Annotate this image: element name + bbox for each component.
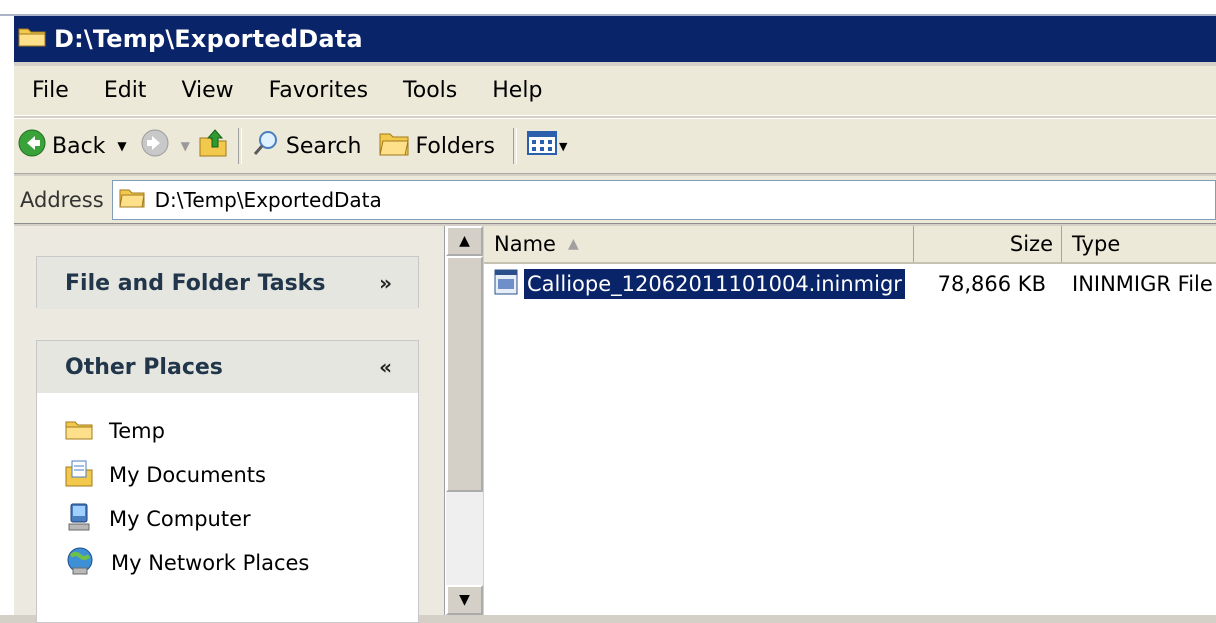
dropdown-arrow-icon[interactable]: ▼ <box>181 139 190 153</box>
back-label: Back <box>52 133 106 159</box>
column-headers: Name ▲ Size Type <box>484 226 1216 264</box>
group-title: Other Places <box>65 354 223 380</box>
address-label: Address <box>20 187 104 212</box>
file-name[interactable]: Calliope_12062011101004.ininmigr <box>523 268 906 300</box>
sort-ascending-icon: ▲ <box>567 236 579 252</box>
other-places-header[interactable]: Other Places « <box>37 341 418 393</box>
place-label: My Computer <box>109 507 251 531</box>
place-my-documents[interactable]: My Documents <box>37 453 418 497</box>
search-label: Search <box>285 133 362 159</box>
column-label: Size <box>1009 232 1053 256</box>
file-row[interactable]: Calliope_12062011101004.ininmigr 78,866 … <box>484 268 1216 300</box>
column-header-type[interactable]: Type <box>1062 226 1216 262</box>
task-pane: File and Folder Tasks » Other Places « T… <box>14 226 445 623</box>
window-left-edge <box>0 0 15 615</box>
dropdown-arrow-icon[interactable]: ▼ <box>559 140 567 153</box>
group-title: File and Folder Tasks <box>65 270 326 296</box>
place-label: Temp <box>109 419 165 443</box>
place-label: My Network Places <box>111 551 310 575</box>
menu-tools[interactable]: Tools <box>403 78 457 103</box>
my-computer-icon <box>65 502 93 537</box>
file-folder-tasks-group: File and Folder Tasks » <box>36 256 419 309</box>
address-field[interactable]: D:\Temp\ExportedData <box>111 179 1216 220</box>
address-path: D:\Temp\ExportedData <box>154 187 382 212</box>
expand-chevron-icon[interactable]: » <box>379 271 392 295</box>
place-label: My Documents <box>109 463 266 487</box>
menu-edit[interactable]: Edit <box>104 78 147 103</box>
menu-bar: File Edit View Favorites Tools Help <box>14 66 1216 116</box>
file-folder-tasks-header[interactable]: File and Folder Tasks » <box>37 257 418 309</box>
back-button[interactable]: Back ▼ <box>14 124 131 168</box>
folder-icon <box>65 418 93 445</box>
top-strip <box>0 0 1216 16</box>
folders-button[interactable]: Folders <box>375 124 498 168</box>
file-size-cell: 78,866 KB <box>937 272 1046 296</box>
column-header-size[interactable]: Size <box>914 226 1062 262</box>
scroll-down-button[interactable]: ▼ <box>446 585 483 615</box>
menu-favorites[interactable]: Favorites <box>269 78 368 103</box>
title-bar[interactable]: D:\Temp\ExportedData <box>14 16 1216 62</box>
place-temp[interactable]: Temp <box>37 409 418 453</box>
toolbar-separator <box>512 128 517 164</box>
views-button[interactable]: ▼ <box>523 124 571 168</box>
vertical-scrollbar[interactable]: ▲ ▼ <box>445 226 483 615</box>
file-icon <box>494 269 518 300</box>
dropdown-arrow-icon[interactable]: ▼ <box>117 139 126 153</box>
column-header-name[interactable]: Name ▲ <box>484 226 914 262</box>
other-places-group: Other Places « Temp My Documents My Comp… <box>36 340 419 623</box>
toolbar-separator <box>237 128 242 164</box>
up-folder-button[interactable] <box>194 124 232 168</box>
back-arrow-icon <box>18 129 46 163</box>
scroll-thumb[interactable] <box>446 256 483 492</box>
menu-view[interactable]: View <box>181 78 233 103</box>
collapse-chevron-icon[interactable]: « <box>379 355 392 379</box>
folder-icon <box>119 186 145 213</box>
column-label: Name <box>494 232 556 256</box>
menu-file[interactable]: File <box>32 78 69 103</box>
up-folder-icon <box>198 128 228 164</box>
forward-arrow-icon <box>141 129 169 163</box>
search-button[interactable]: Search <box>248 124 366 168</box>
folders-icon <box>379 130 410 162</box>
file-name-cell[interactable]: Calliope_12062011101004.ininmigr <box>484 268 914 300</box>
file-list: Name ▲ Size Type Calliope_12062011101004… <box>484 226 1216 615</box>
address-bar: Address D:\Temp\ExportedData <box>14 176 1216 224</box>
folders-label: Folders <box>415 133 495 159</box>
my-documents-icon <box>65 459 93 492</box>
toolbar: Back ▼ ▼ Search Folders ▼ <box>14 118 1216 174</box>
place-my-network-places[interactable]: My Network Places <box>37 541 418 585</box>
menu-help[interactable]: Help <box>492 78 542 103</box>
scroll-up-button[interactable]: ▲ <box>446 226 483 256</box>
file-type-cell: ININMIGR File <box>1072 272 1213 296</box>
network-places-icon <box>65 546 95 581</box>
column-label: Type <box>1072 232 1121 256</box>
search-icon <box>252 129 280 163</box>
folder-icon <box>18 25 46 53</box>
forward-button[interactable]: ▼ <box>137 124 194 168</box>
views-icon <box>526 130 557 162</box>
window-title: D:\Temp\ExportedData <box>54 25 363 53</box>
place-my-computer[interactable]: My Computer <box>37 497 418 541</box>
